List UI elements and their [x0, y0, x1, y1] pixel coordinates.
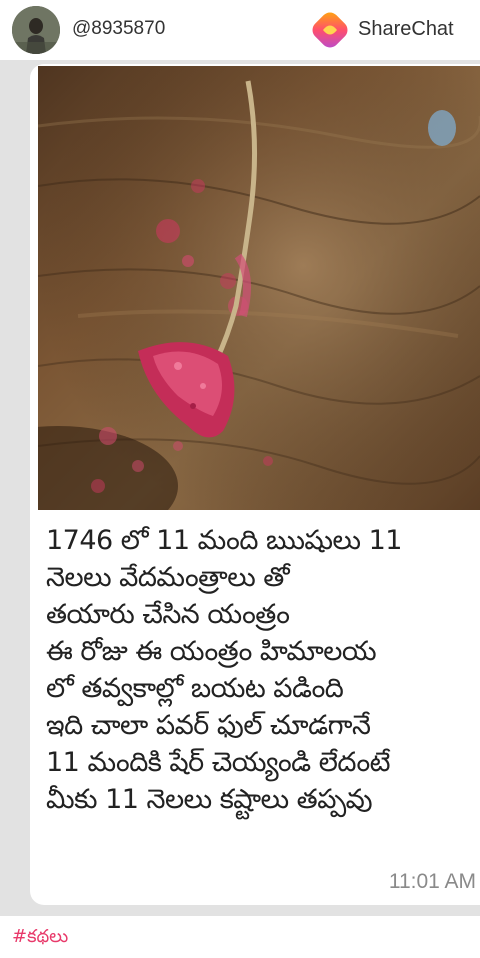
header-bar: @8935870 ShareChat: [0, 0, 480, 60]
message-timestamp: 11:01 AM: [388, 870, 476, 893]
username-label[interactable]: @8935870: [72, 18, 165, 40]
message-text: 1746 లో 11 మంది ఋషులు 11 నెలలు వేదమంత్రా…: [46, 525, 402, 815]
sharechat-logo-icon: [312, 12, 348, 48]
profile-avatar-icon[interactable]: [12, 6, 60, 54]
hashtag-link[interactable]: #కథలు: [12, 926, 68, 951]
red-talisman-photo[interactable]: [38, 66, 480, 510]
brand-name: ShareChat: [358, 18, 454, 40]
